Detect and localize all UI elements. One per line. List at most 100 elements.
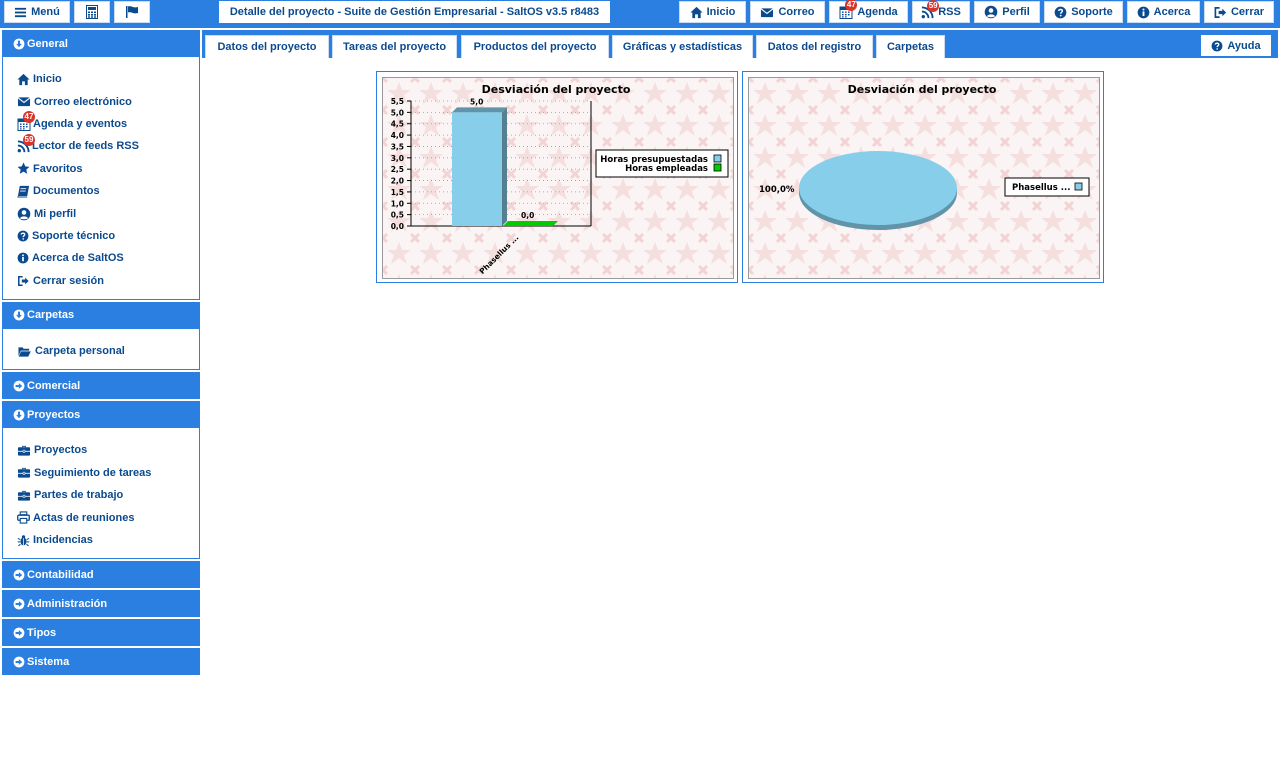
y-tick-label: 5,0 bbox=[391, 108, 404, 117]
about-button[interactable]: Acerca bbox=[1127, 1, 1200, 23]
calculator-button[interactable] bbox=[74, 1, 110, 23]
sidebar-item-favoritos[interactable]: Favoritos bbox=[17, 158, 199, 180]
sidebar-item-soporte[interactable]: Soporte técnico bbox=[17, 225, 199, 247]
pie-chart: Desviación del proyecto 100,0% Phasellus… bbox=[749, 78, 1099, 278]
bar-chart: Desviación del proyecto 0,0 0,5 1,0 1,5 2,0 2… bbox=[383, 78, 733, 278]
profile-button-label: Perfil bbox=[1002, 6, 1030, 18]
help-button[interactable]: Ayuda bbox=[1201, 35, 1271, 56]
bars-icon bbox=[14, 6, 27, 19]
pie-legend-swatch bbox=[1074, 182, 1083, 191]
info-circle-icon bbox=[1137, 6, 1150, 19]
support-button[interactable]: Soporte bbox=[1044, 1, 1123, 23]
star-icon bbox=[17, 162, 30, 175]
sign-out-icon bbox=[17, 275, 30, 287]
sidebar-item-label: Cerrar sesión bbox=[33, 274, 104, 287]
bar-value-label: 5,0 bbox=[470, 97, 483, 106]
sidebar-item-label: Carpeta personal bbox=[35, 345, 125, 358]
panel-carpetas-header[interactable]: Carpetas bbox=[2, 301, 200, 329]
home-button[interactable]: Inicio bbox=[679, 1, 746, 23]
panel-sistema-title: Sistema bbox=[27, 655, 70, 668]
panel-proyectos-header[interactable]: Proyectos bbox=[2, 401, 200, 429]
pie-value-label: 100,0% bbox=[759, 185, 795, 195]
sidebar-item-incidencias[interactable]: Incidencias bbox=[17, 529, 199, 551]
y-tick-label: 1,5 bbox=[391, 188, 404, 197]
bar-1 bbox=[503, 221, 558, 226]
sidebar-item-proyectos[interactable]: Proyectos bbox=[17, 439, 199, 461]
bar-0 bbox=[452, 112, 502, 226]
calculator-icon bbox=[85, 5, 99, 19]
panel-proyectos-title: Proyectos bbox=[27, 408, 81, 421]
tab-datos-proyecto[interactable]: Datos del proyecto bbox=[205, 35, 329, 58]
menu-button[interactable]: Menú bbox=[4, 1, 70, 23]
y-tick-label: 4,0 bbox=[391, 131, 404, 140]
sidebar-item-mi-perfil[interactable]: Mi perfil bbox=[17, 202, 199, 224]
rss-badge: 59 bbox=[23, 133, 35, 146]
panel-general-body: Inicio Correo electrónico 47 Agenda y ev… bbox=[2, 57, 200, 300]
sidebar-item-label: Soporte técnico bbox=[32, 229, 116, 242]
flag-icon bbox=[125, 5, 139, 19]
sidebar-item-label: Mi perfil bbox=[34, 207, 77, 220]
sidebar-item-inicio[interactable]: Inicio bbox=[17, 68, 199, 90]
sidebar-item-carpeta-personal[interactable]: Carpeta personal bbox=[17, 340, 199, 362]
y-tick-label: 0,0 bbox=[391, 222, 404, 231]
sidebar-item-rss[interactable]: 59 Lector de feeds RSS bbox=[17, 133, 199, 157]
about-button-label: Acerca bbox=[1153, 6, 1191, 18]
y-tick-label: 2,0 bbox=[391, 177, 404, 186]
bar-value-label: 0,0 bbox=[521, 211, 534, 220]
sidebar-item-label: Actas de reuniones bbox=[33, 511, 135, 524]
panel-administracion-header[interactable]: Administración bbox=[2, 590, 200, 618]
sidebar-item-label: Acerca de SaltOS bbox=[32, 252, 124, 265]
home-icon bbox=[17, 73, 30, 86]
y-tick-label: 2,5 bbox=[391, 165, 404, 174]
mail-button[interactable]: Correo bbox=[750, 1, 825, 23]
tab-datos-registro[interactable]: Datos del registro bbox=[756, 35, 873, 58]
sidebar-item-seguimiento[interactable]: Seguimiento de tareas bbox=[17, 462, 199, 484]
user-circle-icon bbox=[984, 5, 998, 19]
tab-carpetas[interactable]: Carpetas bbox=[876, 35, 945, 58]
sidebar-item-actas[interactable]: Actas de reuniones bbox=[17, 506, 199, 528]
y-tick-label: 4,5 bbox=[391, 120, 404, 129]
sidebar-item-label: Documentos bbox=[33, 185, 100, 198]
panel-carpetas-body: Carpeta personal bbox=[2, 328, 200, 371]
tab-graficas-estadisticas[interactable]: Gráficas y estadísticas bbox=[612, 35, 753, 58]
agenda-button[interactable]: 47 Agenda bbox=[829, 0, 908, 23]
bar-top-0 bbox=[452, 107, 507, 113]
sidebar-item-acerca[interactable]: Acerca de SaltOS bbox=[17, 247, 199, 269]
agenda-badge: 47 bbox=[23, 110, 35, 123]
panel-proyectos-body: Proyectos Seguimiento de tareas Partes d… bbox=[2, 428, 200, 560]
sign-out-icon bbox=[1214, 6, 1227, 19]
pie-chart-inner: Desviación del proyecto 100,0% Phasellus… bbox=[748, 77, 1100, 279]
circle-arrow-right-icon bbox=[13, 598, 25, 610]
sidebar-item-label: Favoritos bbox=[33, 162, 83, 175]
tab-productos-proyecto[interactable]: Productos del proyecto bbox=[461, 35, 609, 58]
y-tick-label: 0,5 bbox=[391, 211, 404, 220]
tab-tareas-proyecto[interactable]: Tareas del proyecto bbox=[332, 35, 457, 58]
sidebar-item-agenda[interactable]: 47 Agenda y eventos bbox=[17, 110, 199, 135]
briefcase-icon bbox=[17, 444, 31, 457]
panel-tipos-title: Tipos bbox=[27, 626, 57, 639]
flag-button[interactable] bbox=[114, 1, 150, 23]
panel-sistema-header[interactable]: Sistema bbox=[2, 648, 200, 676]
pie-chart-legend: Phasellus ... bbox=[1004, 177, 1090, 197]
panel-comercial-header[interactable]: Comercial bbox=[2, 372, 200, 400]
briefcase-icon bbox=[17, 489, 31, 502]
info-circle-icon bbox=[17, 252, 29, 264]
sidebar-item-documentos[interactable]: Documentos bbox=[17, 180, 199, 202]
rss-badge: 59 bbox=[927, 0, 940, 12]
book-icon bbox=[17, 185, 30, 198]
folder-open-icon bbox=[17, 345, 32, 358]
panel-contabilidad-header[interactable]: Contabilidad bbox=[2, 561, 200, 589]
agenda-button-label: Agenda bbox=[857, 6, 898, 18]
sidebar-item-cerrar-sesion[interactable]: Cerrar sesión bbox=[17, 270, 199, 292]
rss-button[interactable]: 59 RSS bbox=[912, 0, 970, 23]
bar-side-0 bbox=[502, 107, 507, 226]
pie-legend-label: Phasellus ... bbox=[1012, 183, 1070, 193]
profile-button[interactable]: Perfil bbox=[974, 1, 1040, 23]
top-bar: Menú Detalle del proyecto - Suite de Ges… bbox=[0, 0, 1280, 28]
sidebar-item-partes[interactable]: Partes de trabajo bbox=[17, 484, 199, 506]
sidebar-item-correo[interactable]: Correo electrónico bbox=[17, 90, 199, 112]
logout-button[interactable]: Cerrar bbox=[1204, 1, 1274, 23]
panel-tipos-header[interactable]: Tipos bbox=[2, 619, 200, 647]
sidebar-item-label: Lector de feeds RSS bbox=[32, 140, 139, 153]
panel-general-header[interactable]: General bbox=[2, 30, 200, 57]
